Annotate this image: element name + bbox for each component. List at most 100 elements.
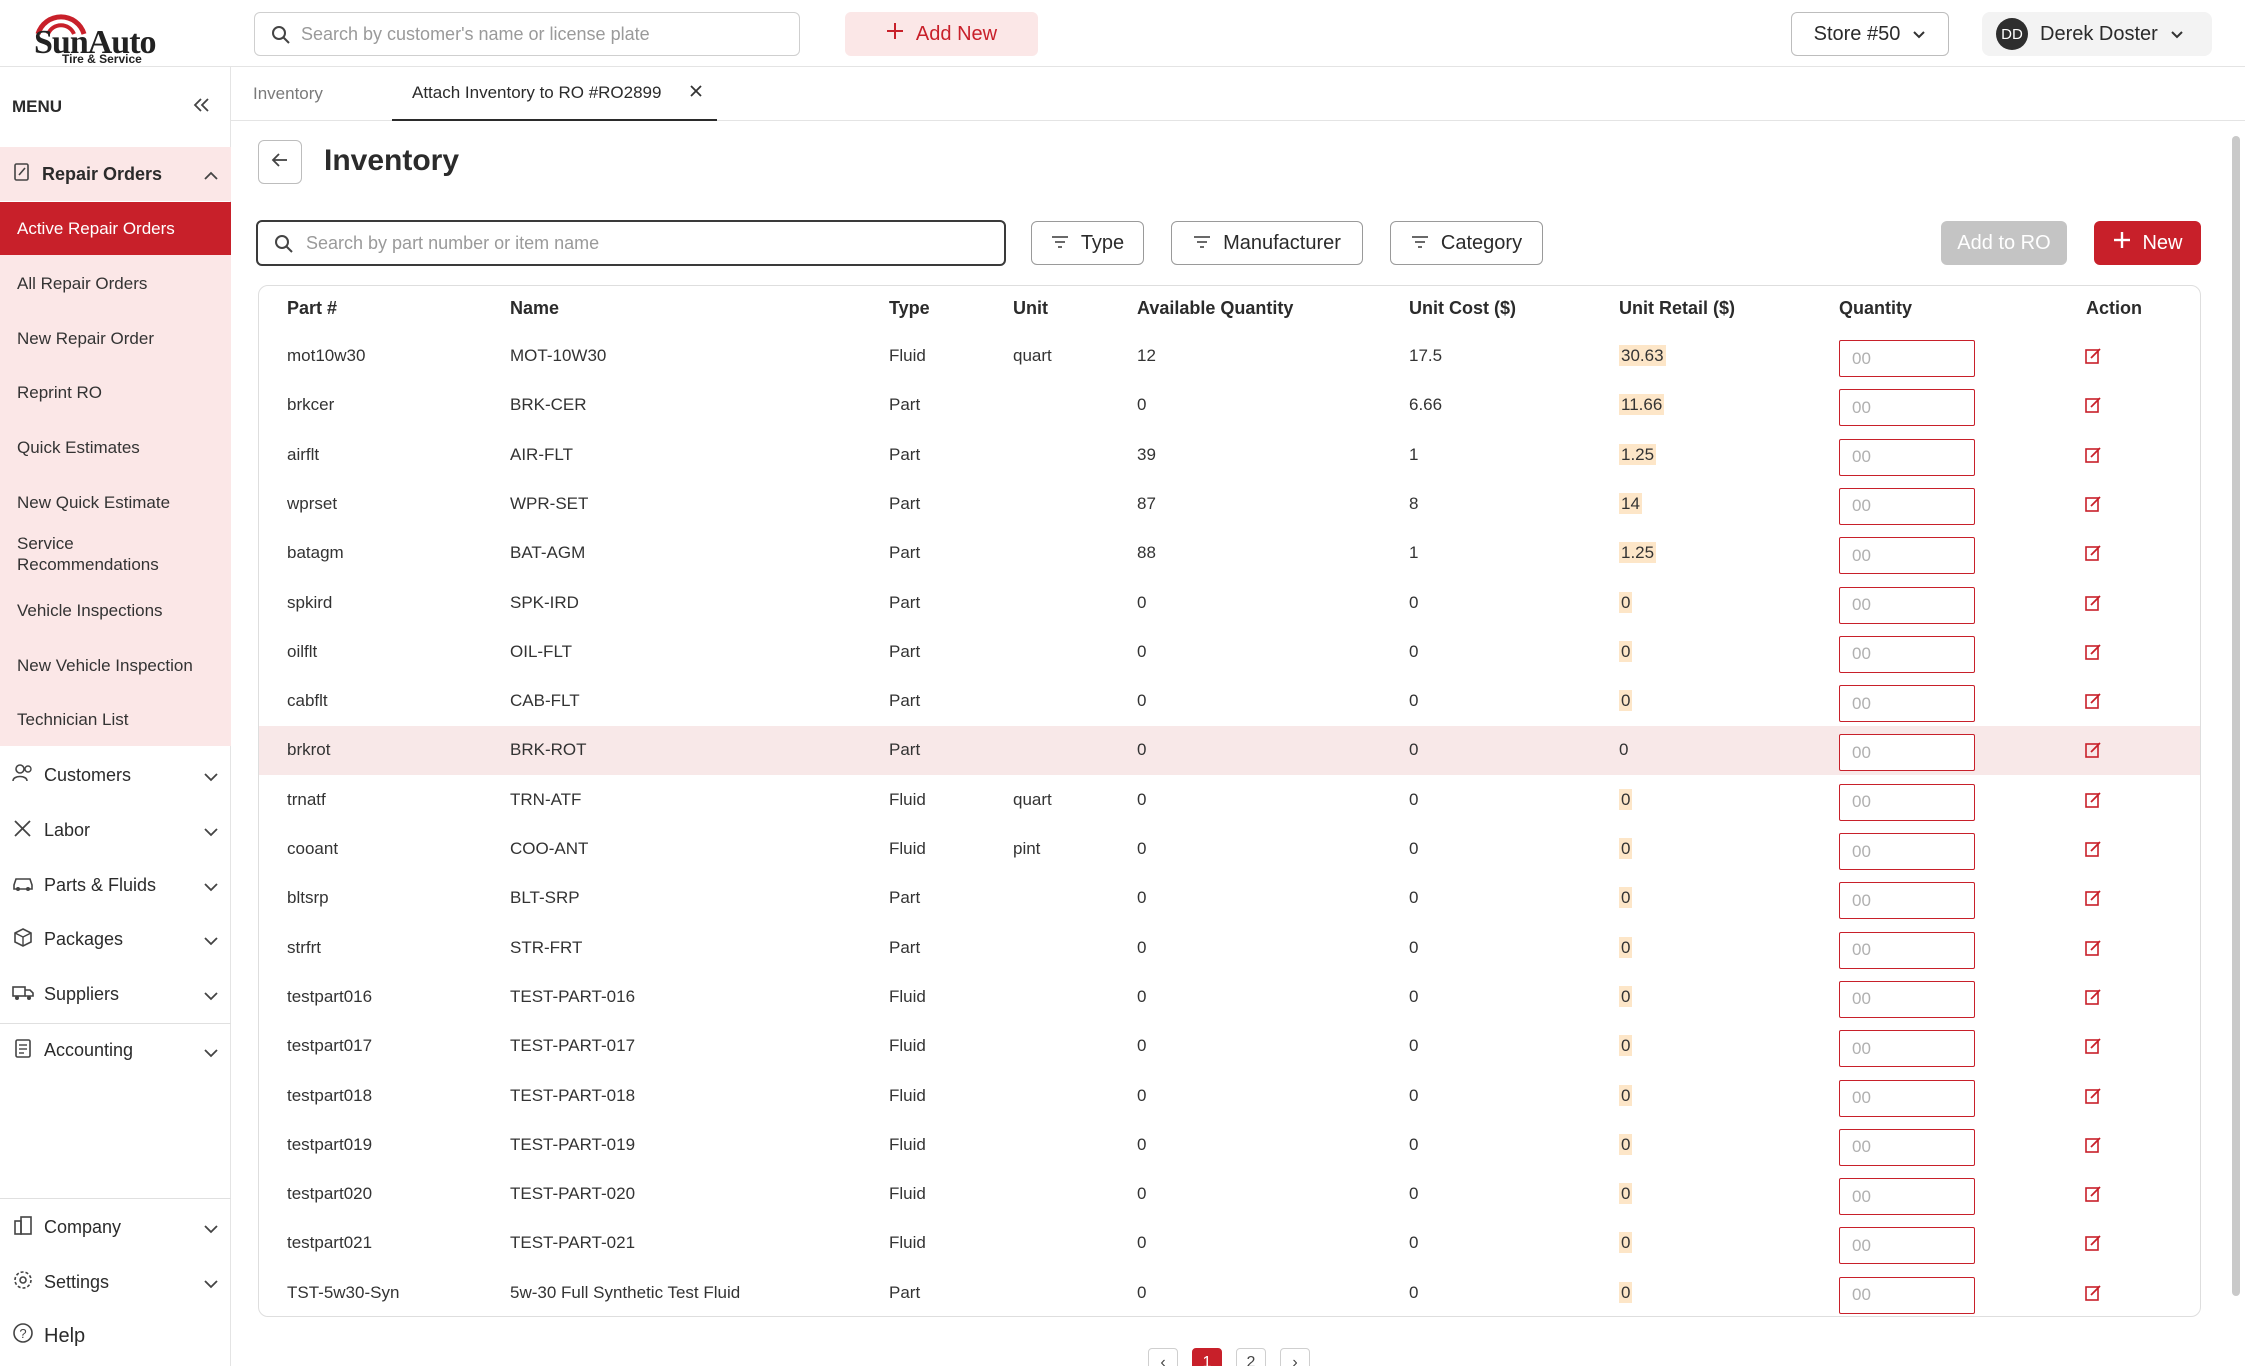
quantity-input[interactable] <box>1839 635 1975 673</box>
table-row[interactable]: bltsrp BLT-SRP Part 0 0 0 <box>259 874 2200 923</box>
sidebar-item-reprint-ro[interactable]: Reprint RO <box>0 366 231 419</box>
pagination-page-1[interactable]: 1 <box>1192 1348 1222 1366</box>
edit-icon[interactable] <box>2084 1185 2102 1208</box>
sidebar-item-suppliers[interactable]: Suppliers <box>0 967 231 1021</box>
sidebar-item-company[interactable]: Company <box>0 1200 231 1254</box>
column-header-name[interactable]: Name <box>510 298 559 319</box>
sidebar-item-active-repair-orders[interactable]: Active Repair Orders <box>0 202 231 255</box>
edit-icon[interactable] <box>2084 347 2102 370</box>
store-selector[interactable]: Store #50 <box>1791 12 1949 56</box>
table-row[interactable]: testpart021 TEST-PART-021 Fluid 0 0 0 <box>259 1219 2200 1268</box>
edit-icon[interactable] <box>2084 594 2102 617</box>
table-row[interactable]: brkcer BRK-CER Part 0 6.66 11.66 <box>259 381 2200 430</box>
edit-icon[interactable] <box>2084 692 2102 715</box>
column-header-available-quantity[interactable]: Available Quantity <box>1137 298 1293 319</box>
column-header-unit-cost[interactable]: Unit Cost ($) <box>1409 298 1516 319</box>
quantity-input[interactable] <box>1839 586 1975 624</box>
table-row[interactable]: testpart018 TEST-PART-018 Fluid 0 0 0 <box>259 1072 2200 1121</box>
part-search-input[interactable] <box>306 230 986 256</box>
edit-icon[interactable] <box>2084 495 2102 518</box>
quantity-input[interactable] <box>1839 1178 1975 1216</box>
sidebar-item-repair-orders[interactable]: Repair Orders <box>0 147 231 201</box>
table-row[interactable]: testpart017 TEST-PART-017 Fluid 0 0 0 <box>259 1022 2200 1071</box>
quantity-input[interactable] <box>1839 1276 1975 1314</box>
sidebar-item-parts-fluids[interactable]: Parts & Fluids <box>0 858 231 912</box>
sidebar-item-service-recommendations[interactable]: Service Recommendations <box>0 528 190 580</box>
sidebar-item-accounting[interactable]: Accounting <box>0 1023 231 1077</box>
table-row[interactable]: airflt AIR-FLT Part 39 1 1.25 <box>259 431 2200 480</box>
user-menu[interactable]: DD Derek Doster <box>1982 12 2212 56</box>
quantity-input[interactable] <box>1839 1030 1975 1068</box>
quantity-input[interactable] <box>1839 685 1975 723</box>
edit-icon[interactable] <box>2084 544 2102 567</box>
manufacturer-filter-button[interactable]: Manufacturer <box>1171 221 1363 265</box>
table-row[interactable]: oilflt OIL-FLT Part 0 0 0 <box>259 628 2200 677</box>
table-row[interactable]: batagm BAT-AGM Part 88 1 1.25 <box>259 529 2200 578</box>
edit-icon[interactable] <box>2084 791 2102 814</box>
close-icon[interactable] <box>689 83 703 103</box>
new-item-button[interactable]: New <box>2094 221 2201 265</box>
pagination-page-2[interactable]: 2 <box>1236 1348 1266 1366</box>
table-row[interactable]: wprset WPR-SET Part 87 8 14 <box>259 480 2200 529</box>
quantity-input[interactable] <box>1839 340 1975 377</box>
quantity-input[interactable] <box>1839 1227 1975 1265</box>
edit-icon[interactable] <box>2084 1037 2102 1060</box>
quantity-input[interactable] <box>1839 487 1975 525</box>
table-row[interactable]: cabflt CAB-FLT Part 0 0 0 <box>259 677 2200 726</box>
column-header-unit[interactable]: Unit <box>1013 298 1048 319</box>
sidebar-item-packages[interactable]: Packages <box>0 912 231 966</box>
sidebar-item-customers[interactable]: Customers <box>0 748 231 802</box>
sidebar-item-new-repair-order[interactable]: New Repair Order <box>0 312 231 365</box>
sidebar-item-new-quick-estimate[interactable]: New Quick Estimate <box>0 476 231 529</box>
quantity-input[interactable] <box>1839 931 1975 969</box>
table-row[interactable]: mot10w30 MOT-10W30 Fluid quart 12 17.5 30.63 <box>259 332 2200 381</box>
quantity-input[interactable] <box>1839 389 1975 427</box>
sidebar-item-settings[interactable]: Settings <box>0 1255 231 1309</box>
sidebar-item-new-vehicle-inspection[interactable]: New Vehicle Inspection <box>0 639 231 692</box>
quantity-input[interactable] <box>1839 1079 1975 1117</box>
type-filter-button[interactable]: Type <box>1031 221 1144 265</box>
table-row[interactable]: brkrot BRK-ROT Part 0 0 0 <box>259 726 2200 776</box>
sidebar-item-help[interactable]: ? Help <box>0 1309 231 1363</box>
quantity-input[interactable] <box>1839 537 1975 575</box>
table-row[interactable]: trnatf TRN-ATF Fluid quart 0 0 0 <box>259 776 2200 825</box>
table-row[interactable]: TST-5w30-Syn 5w-30 Full Synthetic Test Fl… <box>259 1269 2200 1316</box>
tab-attach-inventory[interactable]: Attach Inventory to RO #RO2899 <box>392 67 718 121</box>
sidebar-item-technician-list[interactable]: Technician List <box>0 693 231 746</box>
column-header-type[interactable]: Type <box>889 298 930 319</box>
edit-icon[interactable] <box>2084 396 2102 419</box>
back-button[interactable] <box>258 140 302 184</box>
edit-icon[interactable] <box>2084 988 2102 1011</box>
part-search-field[interactable] <box>256 220 1006 266</box>
quantity-input[interactable] <box>1839 438 1975 476</box>
quantity-input[interactable] <box>1839 882 1975 920</box>
category-filter-button[interactable]: Category <box>1390 221 1543 265</box>
sunauto-logo[interactable]: SunAuto Tire & Service <box>26 6 157 66</box>
page-scrollbar[interactable] <box>2232 136 2240 1296</box>
collapse-sidebar-icon[interactable] <box>192 97 210 118</box>
add-new-button[interactable]: Add New <box>845 12 1038 56</box>
edit-icon[interactable] <box>2084 840 2102 863</box>
edit-icon[interactable] <box>2084 446 2102 469</box>
quantity-input[interactable] <box>1839 833 1975 870</box>
customer-search-input[interactable] <box>301 19 781 49</box>
table-row[interactable]: testpart016 TEST-PART-016 Fluid 0 0 0 <box>259 973 2200 1022</box>
table-row[interactable]: cooant COO-ANT Fluid pint 0 0 0 <box>259 825 2200 874</box>
table-row[interactable]: testpart020 TEST-PART-020 Fluid 0 0 0 <box>259 1170 2200 1219</box>
edit-icon[interactable] <box>2084 1284 2102 1307</box>
column-header-part-number[interactable]: Part # <box>287 298 337 319</box>
pagination-prev[interactable]: ‹ <box>1148 1348 1178 1366</box>
quantity-input[interactable] <box>1839 980 1975 1018</box>
tab-inventory[interactable]: Inventory <box>253 67 323 121</box>
sidebar-item-quick-estimates[interactable]: Quick Estimates <box>0 421 231 474</box>
table-row[interactable]: testpart019 TEST-PART-019 Fluid 0 0 0 <box>259 1121 2200 1170</box>
sidebar-item-labor[interactable]: Labor <box>0 803 231 857</box>
quantity-input[interactable] <box>1839 734 1975 772</box>
quantity-input[interactable] <box>1839 783 1975 821</box>
quantity-input[interactable] <box>1839 1128 1975 1166</box>
sidebar-item-all-repair-orders[interactable]: All Repair Orders <box>0 257 231 310</box>
edit-icon[interactable] <box>2084 643 2102 666</box>
table-row[interactable]: spkird SPK-IRD Part 0 0 0 <box>259 579 2200 628</box>
edit-icon[interactable] <box>2084 1087 2102 1110</box>
edit-icon[interactable] <box>2084 1136 2102 1159</box>
